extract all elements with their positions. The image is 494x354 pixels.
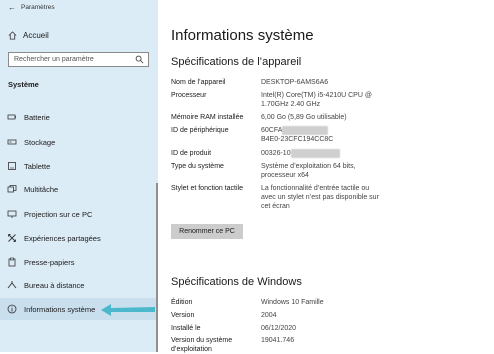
sidebar-item-label: Tablette <box>24 161 51 171</box>
rename-pc-button[interactable]: Renommer ce PC <box>171 224 243 239</box>
home-link[interactable]: Accueil <box>8 31 49 40</box>
pointer-arrow-icon <box>101 304 155 316</box>
installed-value: 06/12/2020 <box>261 325 297 332</box>
multitask-icon <box>7 185 17 193</box>
os-build-label-line-1: Version du système <box>171 337 233 344</box>
main-panel: Informations système Spécifications de l… <box>158 0 494 354</box>
sidebar-item-clipboard[interactable]: Presse-papiers <box>0 251 158 273</box>
back-arrow-icon[interactable]: ← <box>8 3 16 12</box>
clipboard-icon <box>8 257 16 267</box>
pen-touch-line-2: avec un stylet n’est pas disponible sur <box>261 194 379 201</box>
ram-label: Mémoire RAM installée <box>171 114 244 121</box>
device-id-line-2: B4E0-23CFC194CC8C <box>261 136 334 143</box>
sidebar-item-label: Multitâche <box>24 184 59 194</box>
product-id-label: ID de produit <box>171 150 212 157</box>
processor-label: Processeur <box>171 92 207 99</box>
device-specs-heading: Spécifications de l’appareil <box>171 56 302 68</box>
edition-label: Édition <box>171 299 193 306</box>
search-icon <box>135 55 144 64</box>
redacted-block: xxxxxxxxxxxxx <box>282 126 328 135</box>
home-icon <box>8 31 17 40</box>
device-name-label: Nom de l’appareil <box>171 79 226 86</box>
installed-label: Installé le <box>171 325 201 332</box>
windows-specs-heading: Spécifications de Windows <box>171 276 302 288</box>
section-title: Système <box>8 80 39 89</box>
sidebar-item-shared-experiences[interactable]: Expériences partagées <box>0 227 158 249</box>
sidebar-item-label: Informations système <box>24 304 96 314</box>
sidebar-item-label: Presse-papiers <box>24 257 75 267</box>
home-label: Accueil <box>23 31 49 40</box>
version-value: 2004 <box>261 312 277 319</box>
search-input[interactable]: Rechercher un paramètre <box>8 52 149 67</box>
tablet-icon <box>8 162 16 170</box>
device-id-line-1: 60CFA <box>261 127 283 134</box>
sidebar-item-label: Batterie <box>24 112 50 122</box>
search-placeholder: Rechercher un paramètre <box>14 56 94 63</box>
processor-line-2: 1.70GHz 2.40 GHz <box>261 101 321 108</box>
sidebar-item-battery[interactable]: Batterie <box>0 106 158 128</box>
sidebar-item-label: Projection sur ce PC <box>24 209 93 219</box>
edition-value: Windows 10 Famille <box>261 299 324 306</box>
info-icon <box>7 304 17 314</box>
sidebar-item-projection[interactable]: Projection sur ce PC <box>0 203 158 225</box>
sidebar-item-label: Stockage <box>24 137 56 147</box>
sidebar-item-tablet[interactable]: Tablette <box>0 155 158 177</box>
redacted-block: xxxxxxxxxxxxxx <box>290 149 340 158</box>
version-label: Version <box>171 312 195 319</box>
system-type-line-1: Système d’exploitation 64 bits, <box>261 163 356 170</box>
window-title: Paramètres <box>21 4 55 11</box>
shared-experiences-icon <box>8 234 16 242</box>
device-name-value: DESKTOP-6AMS6A6 <box>261 79 329 86</box>
system-type-value: Système d’exploitation 64 bits, processe… <box>261 162 401 180</box>
pen-touch-label: Stylet et fonction tactile <box>171 185 243 192</box>
pen-touch-value: La fonctionnalité d’entrée tactile ou av… <box>261 184 401 211</box>
product-id-value: 00326-10xxxxxxxxxxxxxx <box>261 149 401 158</box>
remote-desktop-icon <box>7 281 17 289</box>
sidebar-item-label: Expériences partagées <box>24 233 101 243</box>
sidebar-item-storage[interactable]: Stockage <box>0 131 158 153</box>
sidebar-item-label: Bureau à distance <box>24 280 85 290</box>
device-id-label: ID de périphérique <box>171 127 229 134</box>
os-build-label: Version du système d’exploitation <box>171 336 261 354</box>
page-title: Informations système <box>171 27 314 44</box>
pen-touch-line-3: cet écran <box>261 203 290 210</box>
system-type-label: Type du système <box>171 163 224 170</box>
storage-icon <box>7 139 17 145</box>
pen-touch-line-1: La fonctionnalité d’entrée tactile ou <box>261 185 370 192</box>
battery-icon <box>7 114 16 120</box>
processor-line-1: Intel(R) Core(TM) i5-4210U CPU @ <box>261 92 372 99</box>
ram-value: 6,00 Go (5,89 Go utilisable) <box>261 114 347 121</box>
sidebar-item-remote-desktop[interactable]: Bureau à distance <box>0 274 158 296</box>
os-build-value: 19041.746 <box>261 337 295 344</box>
window-title-bar: ← Paramètres <box>8 3 55 12</box>
sidebar-item-multitask[interactable]: Multitâche <box>0 178 158 200</box>
device-id-value: 60CFAxxxxxxxxxxxxx B4E0-23CFC194CC8C <box>261 126 401 144</box>
system-type-line-2: processeur x64 <box>261 172 309 179</box>
projection-icon <box>7 210 17 218</box>
processor-value: Intel(R) Core(TM) i5-4210U CPU @ 1.70GHz… <box>261 91 401 109</box>
sidebar: ← Paramètres Accueil Rechercher un param… <box>0 0 158 352</box>
product-id-text: 00326-10 <box>261 150 291 157</box>
